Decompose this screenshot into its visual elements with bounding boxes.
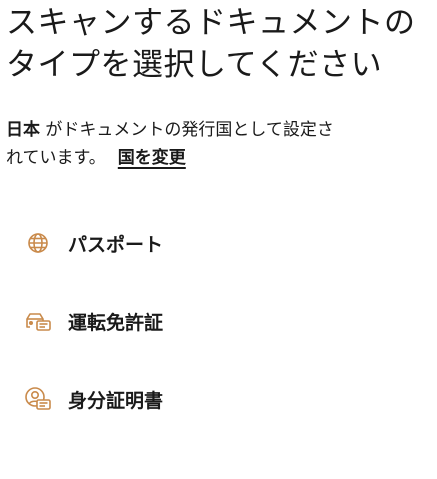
issuing-country-line-2: れています。 国を変更 <box>6 144 434 172</box>
change-country-link[interactable]: 国を変更 <box>118 148 186 168</box>
option-drivers-license[interactable]: 運転免許証 <box>24 303 424 339</box>
option-drivers-license-label: 運転免許証 <box>68 311 164 334</box>
option-id-card[interactable]: 身分証明書 <box>24 381 424 417</box>
option-passport[interactable]: パスポート <box>24 225 424 261</box>
option-passport-label: パスポート <box>68 233 164 256</box>
person-card-icon <box>24 385 52 413</box>
globe-icon <box>24 229 52 257</box>
issuing-country-name: 日本 <box>6 120 40 140</box>
car-card-icon <box>24 307 52 335</box>
issuing-country-line-1: 日本 がドキュメントの発行国として設定さ <box>6 116 434 144</box>
option-id-card-label: 身分証明書 <box>68 389 164 412</box>
issuing-country-notice: 日本 がドキュメントの発行国として設定さ れています。 国を変更 <box>6 116 434 172</box>
issuing-country-text: がドキュメントの発行国として設定さ <box>40 120 334 140</box>
issuing-country-text-end: れています。 <box>6 148 106 168</box>
page-title-line-1: スキャンするドキュメントの <box>6 5 416 41</box>
page-title-line-2: タイプを選択してください <box>6 47 383 83</box>
document-type-screen: スキャンするドキュメントの タイプを選択してください 日本 がドキュメントの発行… <box>0 0 437 479</box>
page-title: スキャンするドキュメントの タイプを選択してください <box>6 2 436 86</box>
